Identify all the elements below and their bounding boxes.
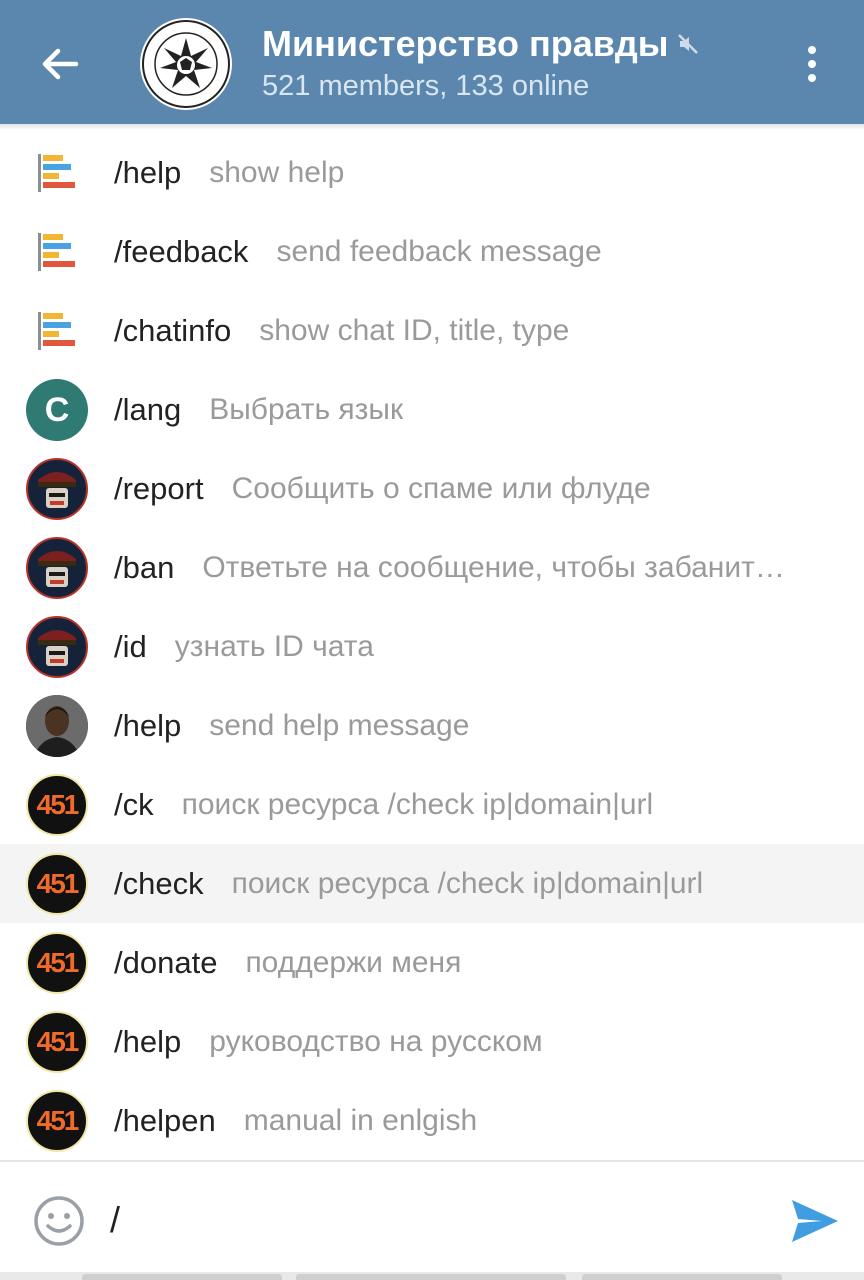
- command-row-feedback[interactable]: /feedback send feedback message: [0, 212, 864, 291]
- chat-member-count: 521 members, 133 online: [262, 70, 590, 102]
- command-description: Ответьте на сообщение, чтобы забанит…: [202, 550, 785, 584]
- command-row-lang[interactable]: C /lang Выбрать язык: [0, 370, 864, 449]
- command-description: send feedback message: [276, 234, 602, 268]
- bot-avatar-badge-451: 451: [26, 774, 88, 836]
- command-name: /donate: [114, 944, 218, 980]
- command-description: manual in enlgish: [243, 1103, 478, 1137]
- command-row-chatinfo[interactable]: /chatinfo show chat ID, title, type: [0, 291, 864, 370]
- dot-icon: [808, 46, 816, 54]
- bot-avatar-bars-icon: [26, 142, 88, 204]
- avatar-letter: C: [44, 390, 70, 429]
- command-row-ck[interactable]: 451 /ck поиск ресурса /check ip|domain|u…: [0, 765, 864, 844]
- smiley-icon: [34, 1196, 84, 1246]
- key-top: [296, 1274, 566, 1280]
- message-input[interactable]: [110, 1192, 750, 1248]
- command-description: show chat ID, title, type: [259, 313, 570, 347]
- command-name: /feedback: [114, 233, 249, 269]
- command-row-help-2[interactable]: /help send help message: [0, 686, 864, 765]
- command-description: поддержи меня: [245, 945, 462, 979]
- arrow-left-icon: [42, 48, 79, 80]
- bot-avatar-badge-451: 451: [26, 1011, 88, 1073]
- command-row-help-ru[interactable]: 451 /help руководство на русском: [0, 1002, 864, 1081]
- send-button[interactable]: [788, 1196, 842, 1246]
- key-top: [582, 1274, 782, 1280]
- seal-logo-icon: [142, 20, 230, 108]
- badge-number: 451: [36, 947, 80, 978]
- command-row-check[interactable]: 451 /check поиск ресурса /check ip|domai…: [0, 844, 864, 923]
- more-menu-button[interactable]: [790, 36, 834, 92]
- command-name: /ck: [114, 786, 154, 822]
- command-description: поиск ресурса /check ip|domain|url: [181, 787, 654, 821]
- dot-icon: [808, 60, 816, 68]
- chat-title[interactable]: Министерство правды: [262, 23, 668, 65]
- send-arrow-icon: [792, 1200, 838, 1242]
- bot-avatar-robot-officer: [26, 537, 88, 599]
- bot-avatar-bars-icon: [26, 221, 88, 283]
- bot-avatar-bars-icon: [26, 300, 88, 362]
- chat-avatar[interactable]: [140, 18, 232, 110]
- bot-avatar-person-photo: [26, 695, 88, 757]
- bot-avatar-badge-451: 451: [26, 853, 88, 915]
- back-button[interactable]: [30, 34, 90, 94]
- command-description: Выбрать язык: [209, 392, 404, 426]
- bot-avatar-robot-officer: [26, 616, 88, 678]
- command-row-helpen[interactable]: 451 /helpen manual in enlgish: [0, 1081, 864, 1160]
- dot-icon: [808, 74, 816, 82]
- command-name: /help: [114, 707, 182, 743]
- command-name: /ban: [114, 549, 175, 585]
- command-description: поиск ресурса /check ip|domain|url: [231, 866, 704, 900]
- command-name: /helpen: [114, 1102, 216, 1138]
- command-row-report[interactable]: /report Сообщить о спаме или флуде: [0, 449, 864, 528]
- command-name: /help: [114, 154, 182, 190]
- bot-avatar-robot-officer: [26, 458, 88, 520]
- command-row-help[interactable]: /help show help: [0, 133, 864, 212]
- badge-number: 451: [36, 868, 80, 899]
- command-description: send help message: [209, 708, 470, 742]
- muted-speaker-icon: [678, 34, 699, 54]
- command-name: /chatinfo: [114, 312, 232, 348]
- command-name: /lang: [114, 391, 182, 427]
- command-name: /help: [114, 1023, 182, 1059]
- command-description: руководство на русском: [209, 1024, 543, 1058]
- badge-number: 451: [36, 789, 80, 820]
- bot-avatar-badge-451: 451: [26, 1090, 88, 1152]
- message-compose-bar: [0, 1160, 864, 1274]
- chat-header: Министерство правды 521 members, 133 onl…: [0, 0, 864, 124]
- command-row-donate[interactable]: 451 /donate поддержи меня: [0, 923, 864, 1002]
- command-name: /check: [114, 865, 204, 901]
- bot-avatar-badge-451: 451: [26, 932, 88, 994]
- bot-avatar-letter-c: C: [26, 379, 88, 441]
- keyboard-top-edge: [0, 1272, 864, 1280]
- badge-number: 451: [36, 1105, 80, 1136]
- key-top: [82, 1274, 282, 1280]
- bot-command-list: /help show help /feedback send feedback …: [0, 133, 864, 1160]
- command-name: /id: [114, 628, 147, 664]
- command-name: /report: [114, 470, 204, 506]
- command-row-ban[interactable]: /ban Ответьте на сообщение, чтобы забани…: [0, 528, 864, 607]
- command-row-id[interactable]: /id узнать ID чата: [0, 607, 864, 686]
- command-description: show help: [209, 155, 345, 189]
- command-description: узнать ID чата: [174, 629, 374, 663]
- command-description: Сообщить о спаме или флуде: [231, 471, 651, 505]
- emoji-button[interactable]: [32, 1194, 86, 1248]
- header-shadow: [0, 124, 864, 130]
- badge-number: 451: [36, 1026, 80, 1057]
